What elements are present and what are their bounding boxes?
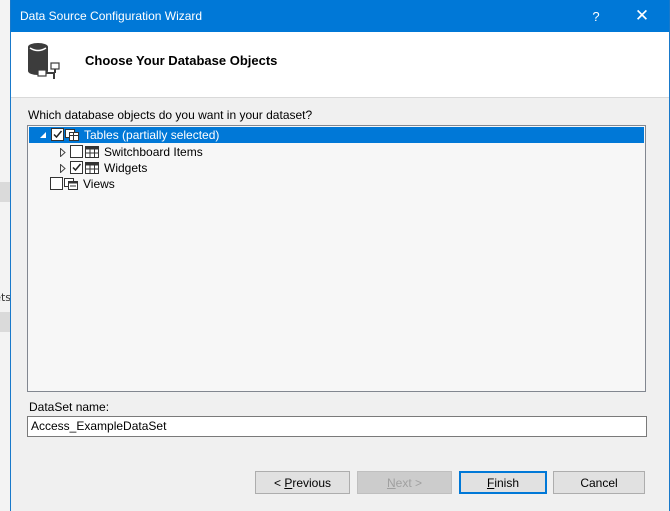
- next-rest: ext >: [395, 475, 423, 490]
- widgets-checkbox[interactable]: [70, 161, 83, 174]
- finish-mnemonic: F: [486, 475, 495, 490]
- finish-rest: inish: [494, 475, 520, 490]
- dataset-name-input[interactable]: Access_ExampleDataSet: [27, 416, 647, 437]
- title-bar[interactable]: Data Source Configuration Wizard ? ✕: [11, 0, 669, 32]
- help-button[interactable]: ?: [573, 0, 619, 32]
- collapse-arrow-icon[interactable]: [38, 131, 47, 140]
- widgets-label: Widgets: [104, 161, 148, 175]
- database-objects-tree[interactable]: Tables (partially selected) Switchboard …: [27, 125, 646, 392]
- close-button[interactable]: ✕: [619, 0, 665, 32]
- wizard-header: Choose Your Database Objects: [11, 32, 669, 98]
- tables-checkbox[interactable]: [51, 128, 64, 141]
- switchboard-items-label: Switchboard Items: [104, 145, 203, 159]
- tree-item-tables[interactable]: Tables (partially selected): [29, 127, 644, 143]
- tree-item-widgets[interactable]: Widgets: [28, 160, 643, 176]
- dataset-name-label: DataSet name:: [29, 400, 110, 414]
- page-title: Choose Your Database Objects: [85, 53, 278, 68]
- previous-mnemonic: P: [284, 475, 293, 490]
- finish-button[interactable]: Finish: [459, 471, 547, 494]
- tables-label: Tables (partially selected): [84, 128, 220, 142]
- tables-folder-icon: [65, 129, 79, 141]
- expand-arrow-icon[interactable]: [58, 163, 67, 173]
- previous-button[interactable]: < Previous: [255, 471, 350, 494]
- database-connection-icon: [28, 43, 60, 79]
- table-icon: [85, 162, 99, 174]
- window-title: Data Source Configuration Wizard: [20, 9, 203, 23]
- cancel-button[interactable]: Cancel: [553, 471, 645, 494]
- views-label: Views: [83, 177, 115, 191]
- tree-item-views[interactable]: Views: [28, 176, 643, 192]
- expand-arrow-icon[interactable]: [58, 147, 67, 157]
- table-icon: [85, 146, 99, 158]
- close-icon: ✕: [634, 6, 650, 25]
- wizard-dialog: Data Source Configuration Wizard ? ✕ Cho…: [10, 0, 670, 511]
- tree-item-switchboard-items[interactable]: Switchboard Items: [28, 144, 643, 160]
- next-button[interactable]: Next >: [357, 471, 452, 494]
- next-mnemonic: N: [386, 475, 396, 490]
- switchboard-items-checkbox[interactable]: [70, 145, 83, 158]
- tree-prompt: Which database objects do you want in yo…: [28, 108, 313, 122]
- previous-prefix: <: [273, 475, 285, 490]
- views-folder-icon: [64, 178, 78, 190]
- help-icon: ?: [592, 8, 600, 24]
- previous-rest: revious: [292, 475, 332, 490]
- views-checkbox[interactable]: [50, 177, 63, 190]
